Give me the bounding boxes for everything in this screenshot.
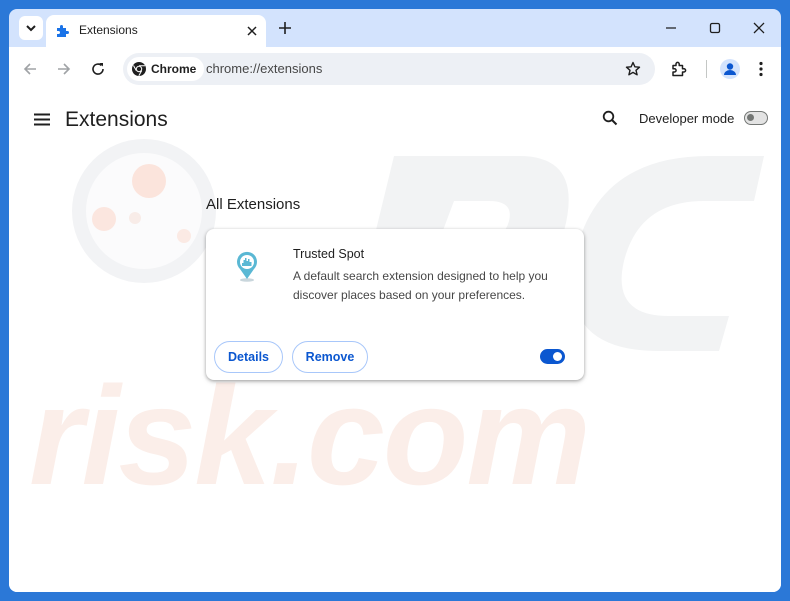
maximize-icon bbox=[709, 22, 721, 34]
details-button[interactable]: Details bbox=[214, 341, 283, 373]
section-title: All Extensions bbox=[206, 196, 301, 213]
toolbar: Chrome chrome://extensions bbox=[9, 47, 781, 91]
page-title: Extensions bbox=[65, 108, 168, 131]
new-tab-button[interactable] bbox=[275, 18, 295, 38]
bookmark-button[interactable] bbox=[623, 59, 643, 79]
site-info-chip[interactable]: Chrome bbox=[127, 57, 205, 81]
extension-card: Trusted Spot A default search extension … bbox=[206, 229, 584, 380]
extensions-page: risk.com Extensions Developer mode All E… bbox=[9, 91, 781, 592]
minimize-icon bbox=[666, 27, 676, 29]
avatar-icon bbox=[720, 59, 740, 79]
developer-mode-toggle[interactable] bbox=[744, 111, 768, 125]
reload-button[interactable] bbox=[86, 57, 110, 81]
extension-name: Trusted Spot bbox=[293, 247, 365, 261]
reload-icon bbox=[92, 63, 104, 75]
tab-search-button[interactable] bbox=[19, 16, 43, 40]
close-icon bbox=[753, 22, 765, 34]
tab-title: Extensions bbox=[79, 23, 138, 37]
minimize-button[interactable] bbox=[661, 18, 681, 38]
arrow-left-icon bbox=[23, 63, 36, 75]
menu-button[interactable] bbox=[749, 57, 773, 81]
extension-description: A default search extension designed to h… bbox=[293, 269, 548, 302]
puzzle-icon bbox=[672, 61, 687, 77]
extension-enable-toggle[interactable] bbox=[540, 349, 565, 364]
remove-button[interactable]: Remove bbox=[292, 341, 368, 373]
tab-close-button[interactable] bbox=[244, 23, 260, 39]
chrome-icon bbox=[132, 62, 146, 77]
close-window-button[interactable] bbox=[749, 18, 769, 38]
maximize-button[interactable] bbox=[705, 18, 725, 38]
browser-window: Extensions Chrome chrome://extensions ri… bbox=[9, 9, 781, 592]
title-bar: Extensions bbox=[9, 9, 781, 47]
profile-button[interactable] bbox=[718, 57, 742, 81]
close-icon bbox=[247, 26, 257, 36]
tab-extensions[interactable]: Extensions bbox=[46, 15, 266, 47]
toolbar-divider bbox=[706, 60, 707, 78]
back-button[interactable] bbox=[18, 57, 42, 81]
forward-button[interactable] bbox=[52, 57, 76, 81]
arrow-right-icon bbox=[58, 63, 71, 75]
sidebar-menu-button[interactable] bbox=[31, 108, 53, 130]
search-icon bbox=[602, 110, 618, 126]
url-text[interactable]: chrome://extensions bbox=[206, 61, 322, 76]
extensions-menu-button[interactable] bbox=[667, 57, 691, 81]
plus-icon bbox=[279, 22, 291, 34]
developer-mode-label: Developer mode bbox=[639, 111, 735, 126]
chevron-down-icon bbox=[26, 25, 36, 32]
search-extensions-button[interactable] bbox=[599, 107, 621, 129]
toggle-knob bbox=[747, 114, 754, 121]
map-pin-icon bbox=[237, 251, 257, 282]
address-bar[interactable]: Chrome chrome://extensions bbox=[123, 53, 655, 85]
hamburger-icon bbox=[34, 113, 50, 125]
more-vert-icon bbox=[759, 61, 763, 77]
watermark-text: risk.com bbox=[29, 357, 591, 514]
star-icon bbox=[625, 61, 641, 76]
chip-label: Chrome bbox=[151, 62, 197, 76]
puzzle-icon bbox=[57, 25, 69, 37]
toggle-knob bbox=[553, 352, 562, 361]
